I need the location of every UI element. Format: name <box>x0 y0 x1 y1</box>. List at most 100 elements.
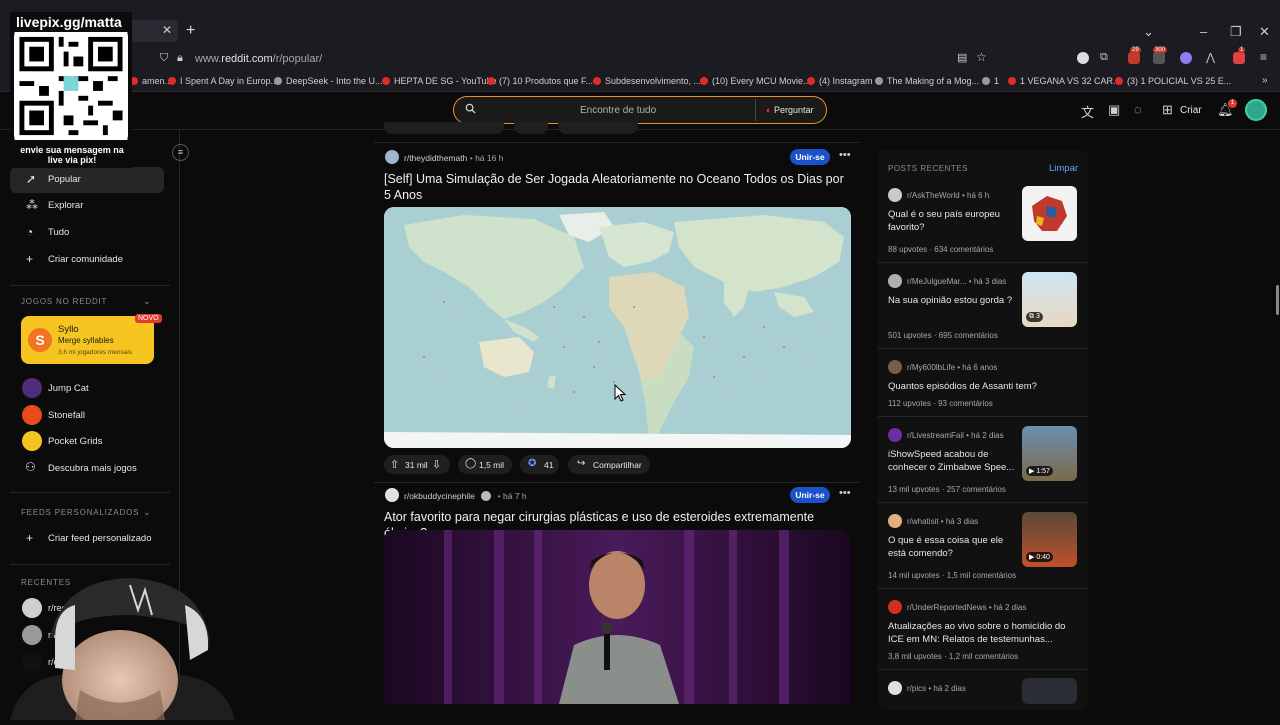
recent-post-title[interactable]: Qual é o seu país europeu favorito? <box>888 208 1018 234</box>
comments-button[interactable]: ◯ 1,5 mil <box>458 455 512 474</box>
extension-icon[interactable]: ⋀ <box>1206 51 1215 64</box>
recent-post-meta[interactable]: r/MeJulgueMar... • há 3 dias <box>888 274 1006 288</box>
minimize-icon[interactable]: – <box>1200 24 1207 39</box>
recent-post-meta[interactable]: r/LivestreamFail • há 2 dias <box>888 428 1004 442</box>
recent-post-title[interactable]: iShowSpeed acabou de conhecer o Zimbabwe… <box>888 448 1018 474</box>
gamepad-icon: ⚇ <box>25 460 36 474</box>
post-image-world-map[interactable] <box>384 207 851 448</box>
extension-icon[interactable] <box>1180 52 1192 64</box>
bookmark-item[interactable]: amen... <box>130 76 172 86</box>
more-options-icon[interactable]: ••• <box>839 487 851 499</box>
post-title[interactable]: [Self] Uma Simulação de Ser Jogada Aleat… <box>384 171 854 203</box>
bookmark-item[interactable]: (3) 1 POLICIAL VS 25 E... <box>1115 76 1231 86</box>
collapse-sidebar-icon[interactable]: ≡ <box>172 144 189 161</box>
bookmark-star-icon[interactable]: ☆ <box>976 50 987 64</box>
create-button-label[interactable]: Criar <box>1180 105 1202 116</box>
video-duration-badge: ▶ 0:40 <box>1026 552 1053 562</box>
window-close-icon[interactable]: ✕ <box>1259 24 1270 40</box>
europe-map-thumbnail[interactable] <box>1022 186 1077 241</box>
bookmark-item[interactable]: (7) 10 Produtos que F... <box>487 76 593 86</box>
shield-icon[interactable]: ⛉ <box>160 52 168 65</box>
recent-post-meta[interactable]: r/whatisit • há 3 dias <box>888 514 978 528</box>
subreddit-avatar[interactable] <box>385 488 399 502</box>
bookmark-item[interactable]: I Spent A Day in Europ... <box>168 76 278 86</box>
downvote-icon[interactable]: ⇩ <box>432 458 441 471</box>
subreddit-link[interactable]: r/theydidthemath <box>404 153 467 163</box>
clear-recent-button[interactable]: Limpar <box>1049 163 1078 174</box>
chat-icon[interactable]: ◌ <box>1134 102 1142 117</box>
menu-icon[interactable]: ≡ <box>1260 50 1267 64</box>
extensions-puzzle-icon[interactable]: ⧉ <box>1100 51 1108 64</box>
maximize-icon[interactable]: ❐ <box>1230 24 1242 40</box>
bookmark-item[interactable]: DeepSeek - Into the U... <box>274 76 383 86</box>
subreddit-avatar <box>888 428 902 442</box>
upvote-icon[interactable]: ⇧ <box>390 458 399 471</box>
post-thumbnail[interactable] <box>1022 678 1077 704</box>
recent-post-title[interactable]: Quantos episódios de Assanti tem? <box>888 380 1068 393</box>
chevron-down-icon[interactable]: ⌄ <box>143 296 151 307</box>
game-item[interactable]: Stonefall <box>22 405 172 427</box>
sidebar-item-label: Criar feed personalizado <box>48 533 152 544</box>
previous-post-actions <box>384 122 504 134</box>
create-feed-link[interactable]: + Criar feed personalizado <box>10 526 164 552</box>
post-video-thumbnail[interactable] <box>384 530 851 704</box>
extension-icon[interactable] <box>1233 52 1245 64</box>
game-label: Pocket Grids <box>48 436 103 447</box>
featured-game-card[interactable]: S Syllo Merge syllables 3,6 mi jogadores… <box>21 316 154 364</box>
bookmark-item[interactable]: (4) Instagram <box>807 76 873 86</box>
bookmark-item[interactable]: The Making of a Mog... <box>875 76 979 86</box>
extension-icon[interactable] <box>1153 52 1165 64</box>
new-tab-icon[interactable]: + <box>186 22 195 40</box>
bookmark-item[interactable]: 1 VEGANA VS 32 CAR... <box>1008 76 1121 86</box>
discover-games-link[interactable]: ⚇ Descubra mais jogos <box>22 458 172 480</box>
feeds-section-title[interactable]: FEEDS PERSONALIZADOS <box>21 508 139 517</box>
recent-post-title[interactable]: Atualizações ao vivo sobre o homicídio d… <box>888 620 1073 646</box>
extension-icon[interactable] <box>1077 52 1089 64</box>
recent-post-title[interactable]: O que é essa coisa que ele está comendo? <box>888 534 1018 560</box>
translate-icon[interactable]: 文 <box>1081 102 1094 121</box>
recent-post-meta[interactable]: r/UnderReportedNews • há 2 dias <box>888 600 1026 614</box>
close-tab-icon[interactable]: ✕ <box>162 23 172 37</box>
user-avatar[interactable] <box>1245 99 1267 121</box>
sidebar-item-all[interactable]: ◔ Tudo <box>10 220 164 246</box>
qr-code <box>14 32 128 140</box>
subreddit-avatar[interactable] <box>385 150 399 164</box>
ask-button[interactable]: ◐ Perguntar <box>755 99 823 121</box>
sidebar-item-create-community[interactable]: + Criar comunidade <box>10 247 164 273</box>
award-button[interactable]: ✪ 41 <box>520 455 559 474</box>
advertise-icon[interactable]: ▣ <box>1108 102 1120 118</box>
bookmark-item[interactable]: (10) Every MCU Movie... <box>700 76 811 86</box>
recent-post-title[interactable]: Na sua opinião estou gorda ? <box>888 294 1018 307</box>
sidebar-item-popular[interactable]: ➚ Popular <box>10 167 164 193</box>
pocket-grids-icon <box>22 431 42 451</box>
join-button[interactable]: Unir-se <box>790 149 830 165</box>
bookmarks-overflow-icon[interactable]: » <box>1262 75 1268 86</box>
post-divider <box>374 142 860 143</box>
subreddit-link[interactable]: r/okbuddycinephile <box>404 491 475 501</box>
subreddit-avatar <box>888 681 902 695</box>
game-item[interactable]: Pocket Grids <box>22 431 172 453</box>
sidebar-item-explore[interactable]: ⁂ Explorar <box>10 193 164 219</box>
page-scrollbar[interactable] <box>1276 285 1279 315</box>
recent-post-meta[interactable]: r/My600lbLife • há 6 anos <box>888 360 997 374</box>
game-item[interactable]: Jump Cat <box>22 378 172 400</box>
share-button[interactable]: ↪ Compartilhar <box>568 455 650 474</box>
bookmark-item[interactable]: Subdesenvolvimento, ... <box>593 76 701 86</box>
lock-icon[interactable]: 🔒︎ <box>177 52 183 65</box>
recent-post-meta[interactable]: r/AskTheWorld • há 6 h <box>888 188 989 202</box>
more-options-icon[interactable]: ••• <box>839 149 851 161</box>
reader-view-icon[interactable]: ▤ <box>957 51 967 64</box>
recent-divider <box>878 502 1088 503</box>
bookmark-folder[interactable]: 1 <box>982 76 999 86</box>
create-post-icon[interactable]: ⊞ <box>1162 102 1173 118</box>
recent-post-meta[interactable]: r/pics • há 2 dias <box>888 681 966 695</box>
chevron-down-icon[interactable]: ⌄ <box>143 507 151 518</box>
tab-list-icon[interactable]: ⌄ <box>1143 24 1154 40</box>
extension-badge-icon[interactable] <box>1128 52 1140 64</box>
address-bar[interactable]: www.reddit.com/r/popular/ <box>195 53 322 65</box>
vote-count: 31 mil <box>405 460 428 470</box>
bookmark-item[interactable]: HEPTA DE SG - YouTube <box>382 76 497 86</box>
games-section-title[interactable]: JOGOS NO REDDIT <box>21 297 107 306</box>
join-button[interactable]: Unir-se <box>790 487 830 503</box>
post-divider <box>374 482 860 483</box>
